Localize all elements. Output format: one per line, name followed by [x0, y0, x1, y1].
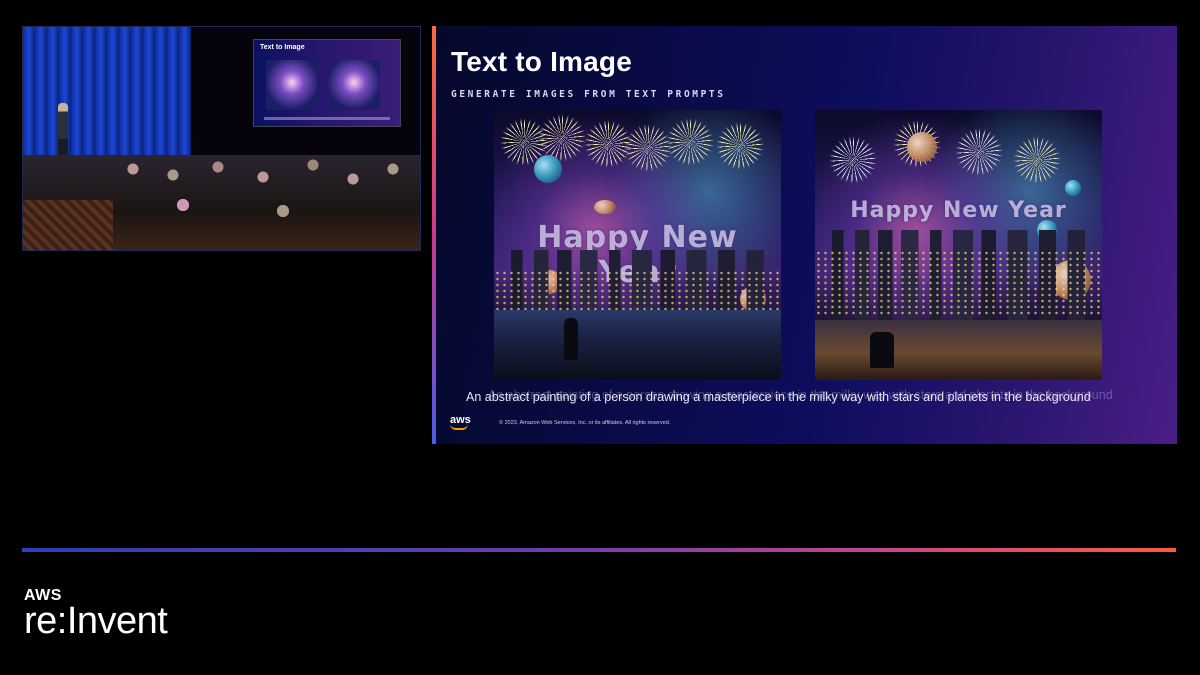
firework — [716, 122, 764, 170]
planet — [907, 132, 937, 162]
firework — [666, 118, 714, 166]
aws-logo-text: aws — [450, 414, 471, 426]
carpet — [23, 200, 113, 250]
projection-image-right — [328, 60, 380, 110]
projection-title: Text to Image — [260, 44, 305, 51]
projection-caption — [264, 117, 390, 120]
camera-feed: Text to Image — [22, 26, 421, 251]
firework — [624, 124, 672, 172]
image-overlay-text: Happy New Year — [850, 198, 1067, 223]
presentation-slide: Text to Image GENERATE IMAGES FROM TEXT … — [432, 26, 1177, 444]
projection-image-left — [266, 60, 318, 110]
city-lights — [815, 250, 1102, 315]
gradient-divider — [22, 548, 1176, 552]
aws-logo: aws — [450, 414, 471, 430]
firework — [955, 128, 1003, 176]
copyright-notice: © 2023, Amazon Web Services, Inc. or its… — [499, 420, 671, 426]
brand-event-text: re:Invent — [24, 600, 168, 642]
planet — [1065, 180, 1081, 196]
image-prompt-caption: An abstract painting of a person drawing… — [466, 390, 1091, 404]
painter-silhouette — [564, 318, 578, 360]
firework — [1013, 136, 1061, 184]
speaker — [58, 103, 68, 163]
water — [494, 310, 781, 380]
slide-accent-bar — [432, 26, 436, 444]
generated-image-left: Happy New Year — [494, 110, 781, 380]
reinvent-logo: AWS re:Invent — [24, 588, 168, 642]
planet — [534, 155, 562, 183]
slide-title: Text to Image — [451, 46, 633, 77]
stage-projection-screen: Text to Image — [253, 39, 401, 127]
slide-subtitle: GENERATE IMAGES FROM TEXT PROMPTS — [451, 89, 726, 100]
floor-reflection — [815, 320, 1102, 380]
firework — [829, 136, 877, 184]
planet — [594, 200, 616, 214]
painter-silhouette — [870, 332, 894, 368]
generated-image-right: Happy New Year — [815, 110, 1102, 380]
